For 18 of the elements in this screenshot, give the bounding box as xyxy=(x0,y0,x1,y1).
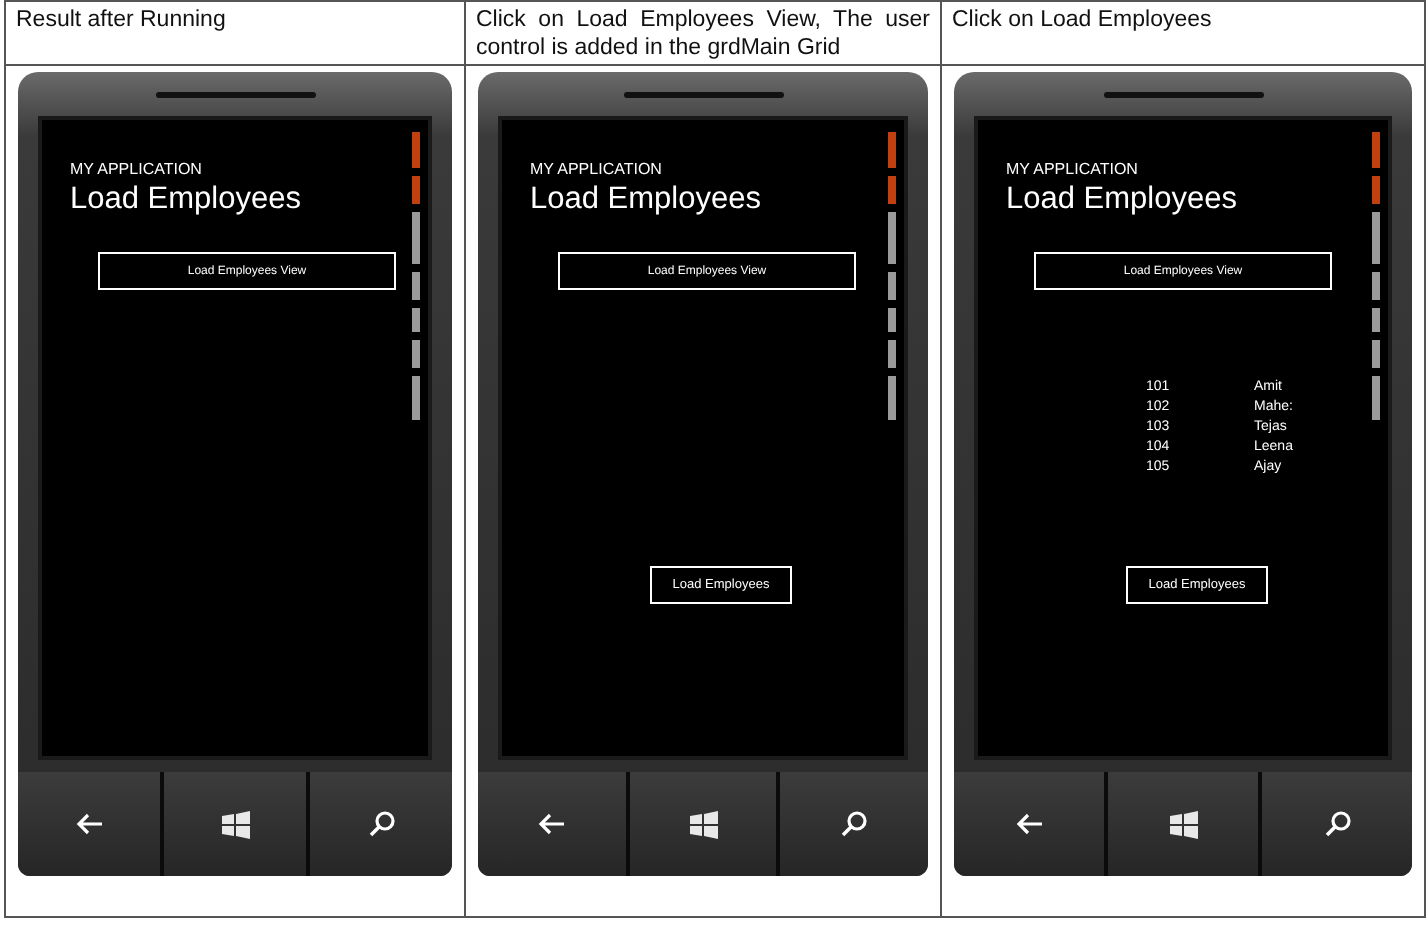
windows-logo-icon xyxy=(1167,809,1199,839)
column-caption: Result after Running xyxy=(16,6,228,34)
app-title: MY APPLICATION xyxy=(1006,160,1138,180)
page-title: Load Employees xyxy=(530,180,761,220)
back-arrow-icon xyxy=(537,812,566,836)
app-title: MY APPLICATION xyxy=(70,160,202,180)
windows-logo-icon xyxy=(687,809,719,839)
page-title: Load Employees xyxy=(70,180,301,220)
column-caption: Click on Load Employees xyxy=(952,6,1214,34)
page-title: Load Employees xyxy=(1006,180,1237,220)
column-caption: Click on Load Employees View, The user control is added in the grdMain Grid xyxy=(476,6,930,62)
back-arrow-icon xyxy=(1015,812,1043,836)
search-icon xyxy=(840,810,869,838)
search-icon xyxy=(1323,810,1351,838)
windows-logo-icon xyxy=(219,809,251,839)
app-title: MY APPLICATION xyxy=(530,160,662,180)
back-arrow-icon xyxy=(75,812,103,836)
search-icon xyxy=(367,810,395,838)
